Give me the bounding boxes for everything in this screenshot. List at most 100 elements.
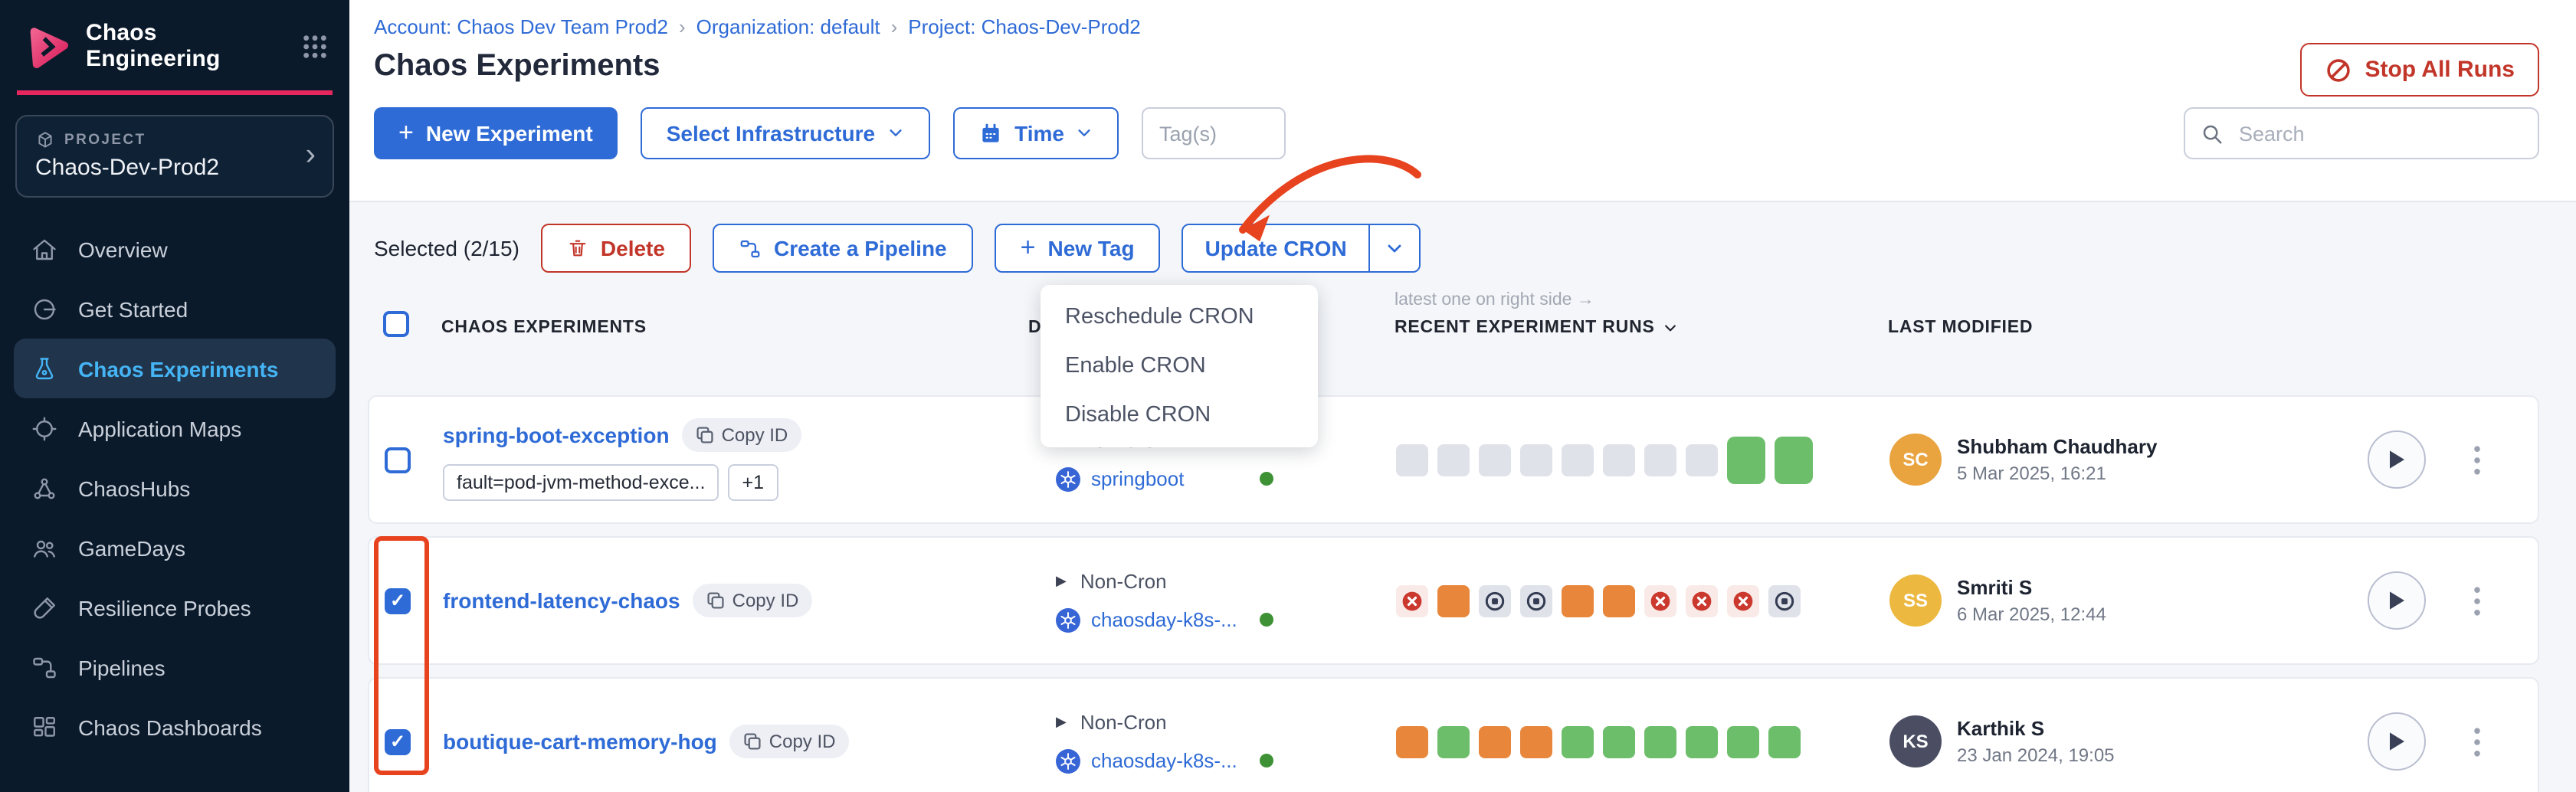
- run-completed-lg[interactable]: [1727, 436, 1765, 483]
- sidebar-item-overview[interactable]: Overview: [0, 219, 349, 279]
- experiment-name-link[interactable]: boutique-cart-memory-hog: [443, 729, 717, 754]
- stop-all-runs-button[interactable]: Stop All Runs: [2300, 43, 2539, 97]
- runs-note: latest one on right side →: [1395, 291, 1888, 309]
- run-running[interactable]: [1603, 584, 1635, 617]
- modified-info: Karthik S23 Jan 2024, 19:05: [1957, 717, 2115, 766]
- cron-menu-item[interactable]: Reschedule CRON: [1041, 293, 1318, 342]
- run-experiment-button[interactable]: [2368, 712, 2426, 771]
- breadcrumb-link[interactable]: Project: Chaos-Dev-Prod2: [908, 15, 1140, 38]
- cron-menu-item[interactable]: Disable CRON: [1041, 391, 1318, 440]
- run-running[interactable]: [1396, 725, 1428, 758]
- cron-menu-item[interactable]: Enable CRON: [1041, 342, 1318, 391]
- search-input[interactable]: [2236, 120, 2522, 146]
- sidebar-item-application-maps[interactable]: Application Maps: [0, 398, 349, 458]
- experiment-name-link[interactable]: spring-boot-exception: [443, 423, 670, 447]
- experiment-name-link[interactable]: frontend-latency-chaos: [443, 588, 680, 613]
- run-empty[interactable]: [1396, 443, 1428, 476]
- app-switcher-icon[interactable]: [302, 33, 328, 59]
- run-completed[interactable]: [1603, 725, 1635, 758]
- sidebar-item-resilience-probes[interactable]: Resilience Probes: [0, 578, 349, 637]
- flask-icon: [31, 355, 58, 382]
- time-filter-dropdown[interactable]: Time: [953, 107, 1119, 159]
- run-empty[interactable]: [1686, 443, 1718, 476]
- row-checkbox[interactable]: [385, 447, 411, 473]
- more-tags-chip[interactable]: +1: [728, 464, 778, 501]
- row-checkbox[interactable]: ✓: [385, 587, 411, 614]
- schedule-line[interactable]: ▶Non-Cron: [1056, 710, 1396, 733]
- infrastructure-link[interactable]: springboot: [1091, 467, 1184, 490]
- row-checkbox[interactable]: ✓: [385, 728, 411, 754]
- sidebar-item-get-started[interactable]: Get Started: [0, 279, 349, 339]
- run-failed[interactable]: [1686, 584, 1718, 617]
- run-empty[interactable]: [1644, 443, 1676, 476]
- run-completed[interactable]: [1686, 725, 1718, 758]
- breadcrumb-link[interactable]: Organization: default: [696, 15, 880, 38]
- new-experiment-button[interactable]: + New Experiment: [374, 107, 618, 159]
- row-menu-button[interactable]: [2467, 580, 2487, 621]
- new-tag-button[interactable]: + New Tag: [995, 224, 1161, 273]
- sidebar-item-gamedays[interactable]: GameDays: [0, 518, 349, 578]
- run-empty[interactable]: [1520, 443, 1552, 476]
- infrastructure-link[interactable]: chaosday-k8s-...: [1091, 608, 1237, 631]
- selected-count: Selected (2/15): [374, 236, 519, 260]
- copy-id-button[interactable]: Copy ID: [693, 584, 813, 617]
- avatar: SC: [1889, 434, 1942, 486]
- run-completed[interactable]: [1727, 725, 1759, 758]
- update-cron-button[interactable]: Update CRON: [1182, 224, 1421, 273]
- breadcrumb-link[interactable]: Account: Chaos Dev Team Prod2: [374, 15, 668, 38]
- run-running[interactable]: [1479, 725, 1511, 758]
- create-pipeline-button[interactable]: Create a Pipeline: [713, 224, 973, 273]
- experiment-tag-chip[interactable]: fault=pod-jvm-method-exce...: [443, 464, 719, 501]
- schedule-line[interactable]: ▶Non-Cron: [1056, 569, 1396, 592]
- run-experiment-button[interactable]: [2368, 571, 2426, 630]
- run-empty[interactable]: [1603, 443, 1635, 476]
- row-menu-button[interactable]: [2467, 721, 2487, 762]
- chevron-down-icon: [1663, 320, 1678, 335]
- run-failed[interactable]: [1644, 584, 1676, 617]
- play-icon: [2388, 731, 2406, 752]
- select-all-checkbox[interactable]: [383, 311, 409, 337]
- run-failed[interactable]: [1727, 584, 1759, 617]
- run-failed[interactable]: [1396, 584, 1428, 617]
- run-running[interactable]: [1437, 584, 1470, 617]
- table-row: ✓ boutique-cart-memory-hog Copy ID ▶Non-Cro…: [368, 677, 2539, 792]
- project-selector[interactable]: PROJECT Chaos-Dev-Prod2 ›: [15, 115, 334, 198]
- row-menu-button[interactable]: [2467, 439, 2487, 480]
- update-cron-caret[interactable]: [1368, 225, 1419, 271]
- sidebar-item-chaos-dashboards[interactable]: Chaos Dashboards: [0, 697, 349, 757]
- run-empty[interactable]: [1437, 443, 1470, 476]
- tags-input[interactable]: [1142, 107, 1286, 159]
- sidebar-item-pipelines[interactable]: Pipelines: [0, 637, 349, 697]
- copy-icon: [696, 426, 714, 444]
- row-select-cell: [369, 447, 443, 473]
- copy-id-button[interactable]: Copy ID: [682, 418, 802, 452]
- run-stopped[interactable]: [1479, 584, 1511, 617]
- chaos-engineering-logo: [21, 21, 72, 71]
- start-icon: [31, 295, 58, 322]
- run-completed[interactable]: [1437, 725, 1470, 758]
- details-cell: ▶Non-Cron chaosday-k8s-...: [1056, 569, 1396, 632]
- infrastructure-link[interactable]: chaosday-k8s-...: [1091, 749, 1237, 772]
- run-stopped[interactable]: [1520, 584, 1552, 617]
- kebab-icon: [2473, 445, 2481, 474]
- copy-id-button[interactable]: Copy ID: [729, 725, 850, 758]
- run-empty[interactable]: [1479, 443, 1511, 476]
- sidebar-item-chaos-experiments[interactable]: Chaos Experiments: [14, 339, 336, 398]
- run-stopped[interactable]: [1768, 584, 1801, 617]
- dashboard-icon: [31, 713, 58, 741]
- select-infrastructure-dropdown[interactable]: Select Infrastructure: [641, 107, 930, 159]
- run-completed[interactable]: [1562, 725, 1594, 758]
- column-chaos-experiments[interactable]: CHAOS EXPERIMENTS: [441, 319, 1054, 337]
- run-completed[interactable]: [1768, 725, 1801, 758]
- table-body: spring-boot-exception Copy ID fault=pod-jv…: [368, 395, 2539, 792]
- delete-button[interactable]: Delete: [541, 224, 691, 273]
- column-recent-runs[interactable]: RECENT EXPERIMENT RUNS: [1395, 319, 1888, 337]
- run-empty[interactable]: [1562, 443, 1594, 476]
- run-experiment-button[interactable]: [2368, 430, 2426, 489]
- run-completed-lg[interactable]: [1775, 436, 1813, 483]
- sidebar-item-chaoshubs[interactable]: ChaosHubs: [0, 458, 349, 518]
- run-running[interactable]: [1520, 725, 1552, 758]
- run-running[interactable]: [1562, 584, 1594, 617]
- kubernetes-icon: [1056, 607, 1080, 632]
- run-completed[interactable]: [1644, 725, 1676, 758]
